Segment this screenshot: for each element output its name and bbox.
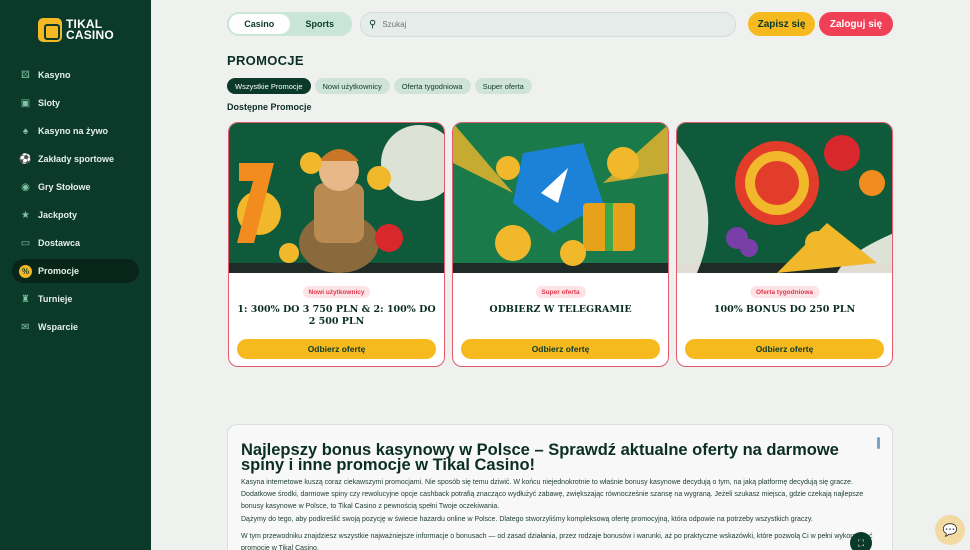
- sidebar-item-sports-betting[interactable]: ⚽ Zakłady sportowe: [12, 147, 139, 171]
- register-button[interactable]: Zapisz się: [748, 12, 815, 36]
- promo-card: Super oferta ODBIERZ W TELEGRAMIE Odbier…: [452, 122, 669, 367]
- sidebar-item-label: Kasyno na żywo: [38, 126, 109, 136]
- promo-image-weekly: [677, 123, 892, 273]
- star-icon: ★: [21, 209, 30, 221]
- article-paragraph: Dążymy do tego, aby podkreślić swoją poz…: [241, 516, 813, 523]
- sidebar-item-label: Sloty: [38, 98, 61, 108]
- promo-badge: Nowi użytkownicy: [302, 286, 371, 298]
- search-input[interactable]: [382, 20, 683, 29]
- sidebar-item-live-casino[interactable]: ♠ Kasyno na żywo: [12, 119, 139, 143]
- sidebar-item-label: Kasyno: [38, 70, 71, 80]
- sidebar-item-jackpots[interactable]: ★ Jackpoty: [12, 203, 139, 227]
- percent-icon: %: [19, 264, 32, 278]
- logo[interactable]: TIKAL CASINO: [38, 18, 114, 42]
- filter-new-users[interactable]: Nowi użytkownicy: [314, 78, 390, 94]
- logo-text: TIKAL CASINO: [66, 18, 114, 42]
- sidebar-item-label: Dostawca: [38, 238, 81, 248]
- football-icon: ⚽: [19, 153, 32, 165]
- gamepad-icon: ▭: [20, 237, 31, 249]
- sidebar-item-support[interactable]: ✉ Wsparcie: [12, 315, 139, 339]
- tab-sports[interactable]: Sports: [290, 14, 351, 34]
- section-label: Dostępne Promocje: [227, 102, 312, 112]
- promo-title: 1: 300% DO 3 750 PLN & 2: 100% DO 2 500 …: [237, 304, 436, 327]
- promo-badge: Oferta tygodniowa: [749, 286, 820, 298]
- page-title: PROMOCJE: [227, 53, 304, 68]
- promo-image-explorer: [229, 123, 444, 273]
- expand-icon[interactable]: ⛶: [850, 532, 872, 550]
- casino-sports-switch: Casino Sports: [227, 12, 352, 36]
- sidebar-item-kasyno[interactable]: ⚄ Kasyno: [12, 63, 139, 87]
- spade-icon: ♠: [22, 125, 29, 137]
- chips-icon: ◉: [21, 181, 30, 193]
- promo-title: 100% BONUS DO 250 PLN: [713, 304, 856, 315]
- sidebar-item-label: Turnieje: [38, 294, 73, 304]
- sidebar-item-sloty[interactable]: ▣ Sloty: [12, 91, 139, 115]
- filter-all[interactable]: Wszystkie Promocje: [227, 78, 311, 94]
- promo-badge: Super oferta: [535, 286, 586, 298]
- search-bar: ⚲: [360, 12, 736, 37]
- sidebar-item-label: Promocje: [38, 266, 80, 276]
- chat-support-button[interactable]: 💬: [935, 515, 965, 545]
- sidebar-item-label: Gry Stołowe: [38, 182, 91, 192]
- sidebar-item-label: Wsparcie: [38, 322, 79, 332]
- promo-image-telegram: [453, 123, 668, 273]
- article-paragraph: Kasyna internetowe kuszą coraz ciekawszy…: [241, 479, 864, 510]
- search-icon: ⚲: [369, 19, 377, 30]
- tab-casino[interactable]: Casino: [229, 14, 290, 34]
- promo-filters: Wszystkie Promocje Nowi użytkownicy Ofer…: [227, 78, 532, 94]
- sidebar-item-table-games[interactable]: ◉ Gry Stołowe: [12, 175, 139, 199]
- logo-icon: [38, 18, 62, 42]
- filter-weekly[interactable]: Oferta tygodniowa: [393, 78, 471, 94]
- trophy-icon: ♜: [21, 293, 30, 305]
- sidebar-item-tournaments[interactable]: ♜ Turnieje: [12, 287, 139, 311]
- promo-card: Nowi użytkownicy 1: 300% DO 3 750 PLN & …: [228, 122, 445, 367]
- sidebar-nav: ⚄ Kasyno ▣ Sloty ♠ Kasyno na żywo ⚽ Zakł…: [12, 63, 139, 343]
- logo-line2: CASINO: [66, 28, 114, 42]
- chat-bubble-icon: 💬: [942, 523, 958, 537]
- sidebar: TIKAL CASINO ⚄ Kasyno ▣ Sloty ♠ Kasyno n…: [0, 0, 151, 550]
- promo-title: ODBIERZ W TELEGRAMIE: [489, 304, 632, 315]
- seo-article: Najlepszy bonus kasynowy w Polsce – Spra…: [227, 424, 893, 550]
- sidebar-item-promotions[interactable]: % Promocje: [12, 259, 139, 283]
- login-button[interactable]: Zaloguj się: [819, 12, 893, 36]
- claim-offer-button[interactable]: Odbierz ofertę: [237, 339, 436, 359]
- chat-icon: ✉: [21, 321, 30, 333]
- promo-card: Oferta tygodniowa 100% BONUS DO 250 PLN …: [676, 122, 893, 367]
- slot-icon: ▣: [20, 97, 31, 109]
- sidebar-item-provider[interactable]: ▭ Dostawca: [12, 231, 139, 255]
- article-paragraph: W tym przewodniku znajdziesz wszystkie n…: [241, 533, 873, 550]
- sidebar-item-label: Jackpoty: [38, 210, 78, 220]
- article-heading: Najlepszy bonus kasynowy w Polsce – Spra…: [241, 441, 839, 474]
- sidebar-item-label: Zakłady sportowe: [38, 154, 115, 164]
- article-scrollbar[interactable]: [877, 437, 880, 449]
- claim-offer-button[interactable]: Odbierz ofertę: [685, 339, 884, 359]
- dice-icon: ⚄: [21, 69, 30, 81]
- claim-offer-button[interactable]: Odbierz ofertę: [461, 339, 660, 359]
- filter-super[interactable]: Super oferta: [474, 78, 532, 94]
